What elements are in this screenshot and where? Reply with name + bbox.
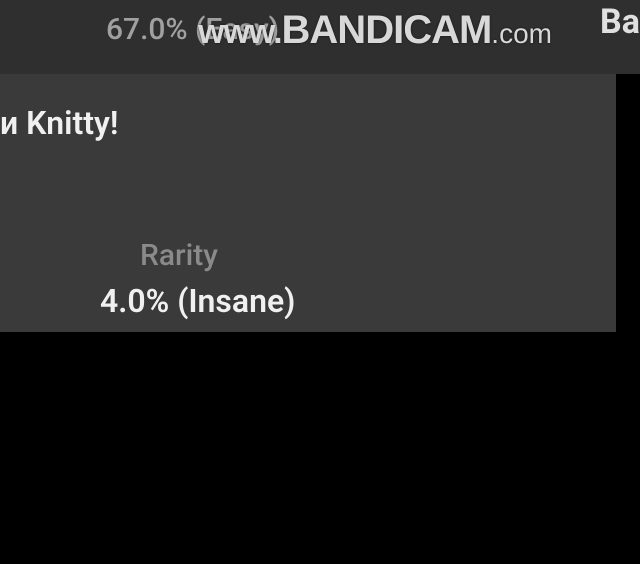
rarity-value: 4.0% (Insane) xyxy=(100,282,295,320)
watermark-prefix: www. xyxy=(198,13,282,51)
rarity-label: Rarity xyxy=(140,238,218,273)
bandicam-watermark: www.BANDICAM.com xyxy=(198,8,552,53)
watermark-brand: BANDICAM xyxy=(282,8,492,52)
watermark-suffix: .com xyxy=(491,18,552,49)
subtitle-text: и Knitty! xyxy=(0,104,118,142)
back-button[interactable]: Back xyxy=(600,2,640,42)
